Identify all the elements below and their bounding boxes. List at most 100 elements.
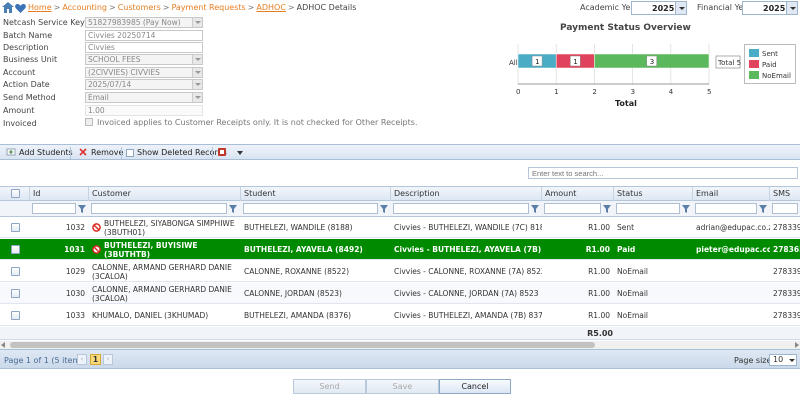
select-all-checkbox[interactable]	[11, 189, 20, 198]
row-checkbox[interactable]	[11, 245, 20, 254]
filter-icon[interactable]	[602, 204, 612, 214]
column-header-status[interactable]: Status	[614, 187, 693, 201]
action-date-picker[interactable]: 2025/07/14	[85, 79, 203, 90]
table-row[interactable]: 1029 CALONNE, ARMAND GERHARD DANIE (3CALO…	[0, 261, 800, 282]
amount-text: R1.00	[585, 245, 610, 254]
student-text: BUTHELEZI, WANDILE (8188)	[244, 223, 353, 232]
filter-input-customer[interactable]	[91, 203, 237, 214]
filter-input-status[interactable]	[616, 203, 690, 214]
cell-student: CALONNE, JORDAN (8523)	[241, 283, 391, 304]
chevron-down-icon[interactable]	[192, 18, 202, 27]
financial-year-select[interactable]: 2025	[742, 1, 798, 15]
pager-prev-button[interactable]: ‹	[77, 354, 87, 365]
description-text: Civvies - CALONNE, JORDAN (7A) 8523	[394, 289, 539, 298]
description-text: Civvies - BUTHELEZI, WANDILE (7C) 8188	[394, 223, 542, 232]
filter-icon[interactable]	[228, 204, 238, 214]
breadcrumb-customers[interactable]: Customers	[118, 3, 161, 12]
save-button[interactable]: Save	[366, 379, 439, 394]
cell-description: Civvies - BUTHELEZI, AMANDA (7B) 8376	[391, 305, 542, 326]
column-header-sms[interactable]: SMS	[770, 187, 800, 201]
row-checkbox[interactable]	[11, 311, 20, 320]
customer-text: BUTHELEZI, SIYABONGA SIMPHIWE (3BUTH01)	[104, 218, 235, 237]
breadcrumb-payment-requests[interactable]: Payment Requests	[171, 3, 245, 12]
cell-description: Civvies - BUTHELEZI, WANDILE (7C) 8188	[391, 217, 542, 238]
scroll-left-icon[interactable]	[1, 342, 5, 348]
column-header-id[interactable]: Id	[30, 187, 89, 201]
business-unit-select[interactable]: SCHOOL FEES	[85, 54, 203, 65]
filter-input-amount[interactable]	[544, 203, 611, 214]
scrollbar-thumb[interactable]	[10, 342, 595, 348]
account-select[interactable]: (2CIVVIES) CIVVIES	[85, 67, 203, 78]
remove-button[interactable]: Remove	[78, 147, 123, 159]
cell-status: Paid	[614, 239, 693, 260]
scroll-right-icon[interactable]	[795, 342, 799, 348]
chevron-down-icon[interactable]	[192, 80, 202, 89]
form-row-netcash: Netcash Service Key 51827983985 (Pay Now…	[0, 17, 360, 29]
column-header-customer[interactable]: Customer	[89, 187, 241, 201]
column-header-email[interactable]: Email	[693, 187, 770, 201]
sms-text: 278339	[773, 289, 800, 298]
page-size-select[interactable]: 10	[769, 354, 797, 366]
pager-next-button[interactable]: ›	[103, 354, 113, 365]
add-students-button[interactable]: Add Students	[6, 147, 73, 159]
send-button[interactable]: Send	[293, 379, 366, 394]
header-select-all[interactable]	[0, 187, 30, 201]
chart-tick-label: 3	[631, 88, 635, 96]
filter-icon[interactable]	[379, 204, 389, 214]
invoiced-checkbox[interactable]	[85, 118, 93, 126]
chevron-down-icon[interactable]	[787, 355, 796, 365]
send-method-select[interactable]: Email	[85, 92, 203, 103]
filter-icon[interactable]	[681, 204, 691, 214]
table-row[interactable]: 1030 CALONNE, ARMAND GERHARD DANIE (3CALO…	[0, 283, 800, 304]
cell-select	[0, 261, 30, 282]
filter-input-sms[interactable]	[772, 203, 798, 214]
horizontal-scrollbar[interactable]	[0, 341, 800, 349]
chevron-down-icon[interactable]	[192, 93, 202, 102]
cell-sms: 278339	[770, 305, 800, 326]
row-checkbox[interactable]	[11, 223, 20, 232]
description-input[interactable]: Civvies	[85, 42, 203, 53]
chevron-down-icon[interactable]	[237, 151, 243, 155]
column-header-student[interactable]: Student	[241, 187, 391, 201]
cell-sms: 278339	[770, 261, 800, 282]
chevron-down-icon[interactable]	[675, 2, 686, 14]
export-menu-button[interactable]	[217, 147, 247, 159]
home-icon[interactable]	[2, 2, 14, 13]
customer-text: KHUMALO, DANIEL (3KHUMAD)	[92, 311, 209, 320]
filter-input-description[interactable]	[393, 203, 539, 214]
cell-status: Sent	[614, 217, 693, 238]
table-row[interactable]: 1031 BUTHELEZI, BUYISIWE (3BUTHTB) BUTHELE…	[0, 239, 800, 260]
column-header-description[interactable]: Description	[391, 187, 542, 201]
email-text: adrian@edupac.co.za	[696, 223, 770, 232]
table-row[interactable]: 1032 BUTHELEZI, SIYABONGA SIMPHIWE (3BUTH…	[0, 217, 800, 238]
pager-page-1[interactable]: 1	[90, 354, 101, 365]
filter-icon[interactable]	[77, 204, 87, 214]
table-row[interactable]: 1033 KHUMALO, DANIEL (3KHUMAD) BUTHELEZI, …	[0, 305, 800, 326]
breadcrumb-home[interactable]: Home	[28, 3, 52, 12]
row-checkbox[interactable]	[11, 289, 20, 298]
heart-icon[interactable]	[15, 3, 26, 13]
cell-status: NoEmail	[614, 261, 693, 282]
chevron-down-icon[interactable]	[786, 2, 797, 14]
row-checkbox[interactable]	[11, 267, 20, 276]
filter-input-student[interactable]	[243, 203, 388, 214]
academic-year-select[interactable]: 2025	[631, 1, 687, 15]
filter-input-email[interactable]	[695, 203, 767, 214]
pager-info: Page 1 of 1 (5 items)	[4, 356, 88, 365]
batch-name-input[interactable]: Civvies 20250714	[85, 30, 203, 41]
filter-icon[interactable]	[758, 204, 768, 214]
chevron-down-icon[interactable]	[192, 68, 202, 77]
filter-icon[interactable]	[530, 204, 540, 214]
column-header-amount[interactable]: Amount	[542, 187, 614, 201]
amount-input[interactable]: 1.00	[85, 105, 203, 116]
netcash-service-key-select[interactable]: 51827983985 (Pay Now)	[85, 17, 203, 28]
breadcrumb-accounting[interactable]: Accounting	[62, 3, 107, 12]
chart-data-label: 3	[650, 58, 654, 66]
cancel-button[interactable]: Cancel	[439, 379, 511, 394]
breadcrumb-adhoc[interactable]: ADHOC	[256, 3, 286, 12]
chevron-down-icon[interactable]	[192, 55, 202, 64]
grid-search-input[interactable]	[528, 167, 798, 179]
filter-input-id[interactable]	[32, 203, 86, 214]
form-row-amount: Amount 1.00	[0, 105, 360, 117]
show-deleted-checkbox[interactable]	[126, 149, 134, 157]
